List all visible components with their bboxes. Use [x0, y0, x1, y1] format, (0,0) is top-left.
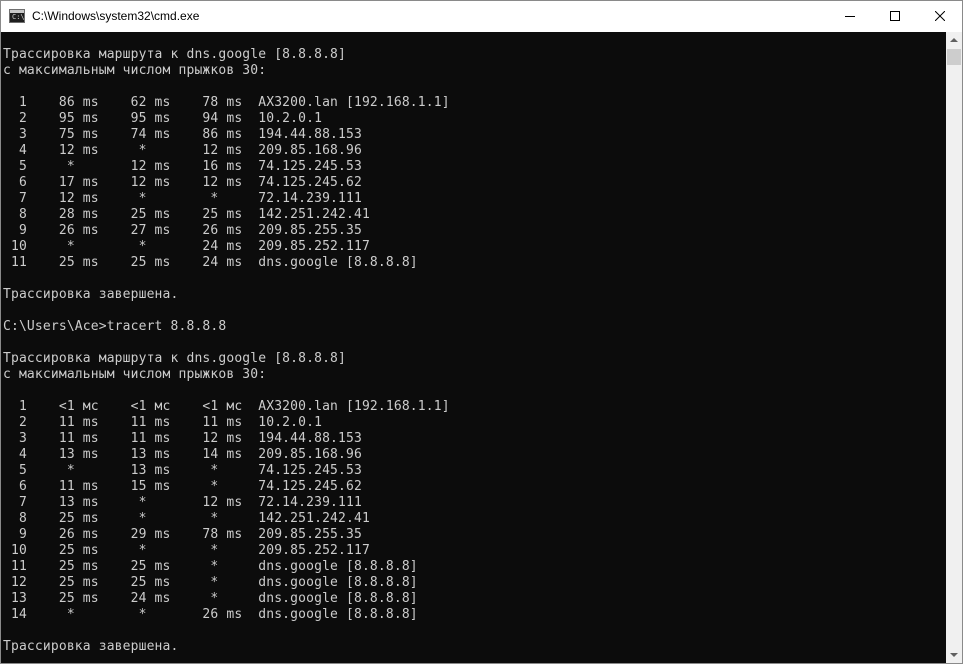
console-line: 3 75 ms 74 ms 86 ms 194.44.88.153 — [3, 127, 362, 142]
console-line: 8 25 ms * * 142.251.242.41 — [3, 511, 370, 526]
title-bar[interactable]: C:\ C:\Windows\system32\cmd.exe — [1, 1, 962, 32]
console-line: Трассировка маршрута к dns.google [8.8.8… — [3, 47, 346, 62]
console-line: 2 95 ms 95 ms 94 ms 10.2.0.1 — [3, 111, 323, 126]
console-line: 3 11 ms 11 ms 12 ms 194.44.88.153 — [3, 431, 362, 446]
console-line: Трассировка завершена. — [3, 287, 179, 302]
scroll-down-arrow-icon[interactable] — [946, 647, 962, 663]
console-line: 10 25 ms * * 209.85.252.117 — [3, 543, 370, 558]
cmd-window: C:\ C:\Windows\system32\cmd.exe Трассиро… — [0, 0, 963, 664]
console-line: 10 * * 24 ms 209.85.252.117 — [3, 239, 370, 254]
console-line: Трассировка завершена. — [3, 639, 179, 654]
minimize-icon — [845, 16, 855, 17]
close-button[interactable] — [917, 1, 962, 32]
console-output[interactable]: Трассировка маршрута к dns.google [8.8.8… — [1, 32, 946, 663]
scroll-up-arrow-icon[interactable] — [946, 32, 962, 48]
console-line: 13 25 ms 24 ms * dns.google [8.8.8.8] — [3, 591, 418, 606]
vertical-scrollbar[interactable] — [946, 32, 962, 663]
console-line: 11 25 ms 25 ms * dns.google [8.8.8.8] — [3, 559, 418, 574]
console-line: 9 26 ms 29 ms 78 ms 209.85.255.35 — [3, 527, 362, 542]
console-line: 5 * 13 ms * 74.125.245.53 — [3, 463, 362, 478]
console-line: с максимальным числом прыжков 30: — [3, 63, 267, 78]
console-line: 12 25 ms 25 ms * dns.google [8.8.8.8] — [3, 575, 418, 590]
scrollbar-thumb[interactable] — [947, 49, 961, 65]
console-line: 4 13 ms 13 ms 14 ms 209.85.168.96 — [3, 447, 362, 462]
console-line: 2 11 ms 11 ms 11 ms 10.2.0.1 — [3, 415, 323, 430]
console-line: 9 26 ms 27 ms 26 ms 209.85.255.35 — [3, 223, 362, 238]
console-line: 1 86 ms 62 ms 78 ms AX3200.lan [192.168.… — [3, 95, 450, 110]
console-line: с максимальным числом прыжков 30: — [3, 367, 267, 382]
console-line: 8 28 ms 25 ms 25 ms 142.251.242.41 — [3, 207, 370, 222]
console-line: C:\Users\Ace>tracert 8.8.8.8 — [3, 319, 227, 334]
close-icon — [935, 11, 945, 21]
console-line: Трассировка маршрута к dns.google [8.8.8… — [3, 351, 346, 366]
minimize-button[interactable] — [827, 1, 873, 32]
cmd-app-icon[interactable]: C:\ — [9, 9, 25, 23]
maximize-button[interactable] — [872, 1, 918, 32]
console-line: 1 <1 мс <1 мс <1 мс AX3200.lan [192.168.… — [3, 399, 450, 414]
maximize-icon — [890, 11, 900, 21]
window-title: C:\Windows\system32\cmd.exe — [32, 9, 200, 23]
console-line: 6 11 ms 15 ms * 74.125.245.62 — [3, 479, 362, 494]
console-line: 7 12 ms * * 72.14.239.111 — [3, 191, 362, 206]
console-line: 5 * 12 ms 16 ms 74.125.245.53 — [3, 159, 362, 174]
console-line: 11 25 ms 25 ms 24 ms dns.google [8.8.8.8… — [3, 255, 418, 270]
console-line: 14 * * 26 ms dns.google [8.8.8.8] — [3, 607, 418, 622]
console-line: 7 13 ms * 12 ms 72.14.239.111 — [3, 495, 362, 510]
console-line: 6 17 ms 12 ms 12 ms 74.125.245.62 — [3, 175, 362, 190]
console-line: 4 12 ms * 12 ms 209.85.168.96 — [3, 143, 362, 158]
